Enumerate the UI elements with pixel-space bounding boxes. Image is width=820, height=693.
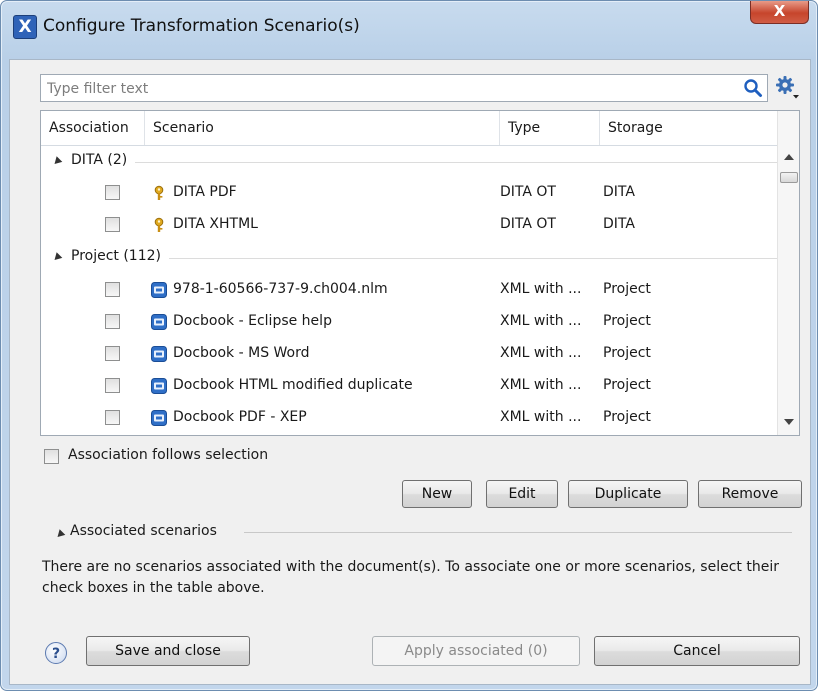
table-row[interactable]: Docbook HTML modified duplicate XML with… (41, 370, 777, 402)
scenario-icon (151, 378, 167, 394)
remove-button[interactable]: Remove (698, 480, 802, 508)
association-checkbox[interactable] (105, 185, 120, 200)
column-header-scenario[interactable]: Scenario (145, 111, 500, 145)
scenario-name: Docbook HTML modified duplicate (173, 377, 413, 393)
association-follows-selection-label[interactable]: Association follows selection (68, 447, 268, 463)
associated-scenarios-header[interactable]: Associated scenarios (70, 523, 217, 539)
new-button[interactable]: New (402, 480, 472, 508)
column-header-storage[interactable]: Storage (600, 111, 777, 145)
scroll-down-arrow-icon[interactable] (784, 419, 794, 425)
scenario-name: DITA PDF (173, 184, 237, 200)
close-button[interactable]: X (750, 1, 809, 24)
vertical-scrollbar[interactable] (777, 111, 799, 435)
table-row[interactable]: Docbook - MS Word XML with ... Project (41, 338, 777, 370)
group-label: Project (112) (71, 248, 169, 264)
title-bar[interactable]: X Configure Transformation Scenario(s) X (1, 1, 817, 59)
table-row[interactable]: Docbook - Eclipse help XML with ... Proj… (41, 306, 777, 338)
association-checkbox[interactable] (105, 217, 120, 232)
filter-box[interactable] (40, 74, 768, 102)
table-row[interactable]: 978-1-60566-737-9.ch004.nlm XML with ...… (41, 274, 777, 306)
scenario-icon (151, 282, 167, 298)
group-divider (71, 162, 777, 163)
duplicate-button[interactable]: Duplicate (568, 480, 688, 508)
scenario-name: Docbook - Eclipse help (173, 313, 332, 329)
association-checkbox[interactable] (105, 314, 120, 329)
association-checkbox[interactable] (105, 410, 120, 425)
scenario-type: XML with ... (500, 345, 582, 361)
scenario-storage: Project (603, 281, 651, 297)
table-header: Association Scenario Type Storage (41, 111, 777, 146)
collapse-triangle-icon[interactable] (51, 156, 63, 167)
table-row[interactable]: Docbook PDF - XEP XML with ... Project (41, 402, 777, 434)
collapse-triangle-icon[interactable] (51, 252, 63, 263)
key-icon (154, 185, 164, 200)
help-icon[interactable]: ? (45, 642, 67, 664)
scenario-storage: DITA (603, 216, 635, 232)
associated-scenarios-message: There are no scenarios associated with t… (42, 559, 779, 596)
collapse-triangle-icon[interactable] (54, 529, 66, 540)
association-checkbox[interactable] (105, 378, 120, 393)
cancel-button[interactable]: Cancel (594, 636, 800, 666)
dialog-content: Association Scenario Type Storage DITA (… (9, 59, 811, 685)
group-project[interactable]: Project (112) (41, 245, 777, 271)
association-checkbox[interactable] (105, 282, 120, 297)
edit-button[interactable]: Edit (486, 480, 558, 508)
group-divider (71, 258, 777, 259)
group-label: DITA (2) (71, 152, 136, 168)
scenario-name: Docbook PDF - XEP (173, 409, 307, 425)
scrollbar-thumb[interactable] (780, 172, 798, 183)
table-row[interactable]: DITA PDF DITA OT DITA (41, 177, 777, 209)
scenario-storage: DITA (603, 184, 635, 200)
scenario-storage: Project (603, 377, 651, 393)
scenario-storage: Project (603, 313, 651, 329)
dialog-title: Configure Transformation Scenario(s) (43, 16, 360, 36)
scenario-type: DITA OT (500, 184, 556, 200)
scenario-icon (151, 410, 167, 426)
scenario-storage: Project (603, 345, 651, 361)
gear-settings-icon[interactable] (774, 74, 800, 100)
scenario-icon (151, 346, 167, 362)
scenario-type: DITA OT (500, 216, 556, 232)
scenario-storage: Project (603, 409, 651, 425)
association-follows-selection-checkbox[interactable] (44, 449, 59, 464)
scenario-type: XML with ... (500, 377, 582, 393)
search-icon[interactable] (743, 78, 763, 98)
save-and-close-button[interactable]: Save and close (86, 636, 250, 666)
column-header-association[interactable]: Association (41, 111, 145, 145)
dialog-window: X Configure Transformation Scenario(s) X (0, 0, 818, 691)
scenario-name: DITA XHTML (173, 216, 258, 232)
scenario-name: Docbook - MS Word (173, 345, 310, 361)
scroll-up-arrow-icon[interactable] (784, 154, 794, 160)
key-icon (154, 217, 164, 232)
scenarios-table: Association Scenario Type Storage DITA (… (40, 110, 800, 436)
table-row[interactable]: DITA XHTML DITA OT DITA (41, 209, 777, 241)
scenario-icon (151, 314, 167, 330)
association-checkbox[interactable] (105, 346, 120, 361)
column-header-type[interactable]: Type (500, 111, 600, 145)
section-divider (244, 532, 792, 533)
apply-associated-button[interactable]: Apply associated (0) (372, 636, 580, 666)
app-icon: X (13, 15, 37, 39)
filter-input[interactable] (45, 78, 729, 100)
scenario-type: XML with ... (500, 281, 582, 297)
scenario-type: XML with ... (500, 313, 582, 329)
scenario-type: XML with ... (500, 409, 582, 425)
group-dita[interactable]: DITA (2) (41, 149, 777, 175)
scenario-name: 978-1-60566-737-9.ch004.nlm (173, 281, 388, 297)
